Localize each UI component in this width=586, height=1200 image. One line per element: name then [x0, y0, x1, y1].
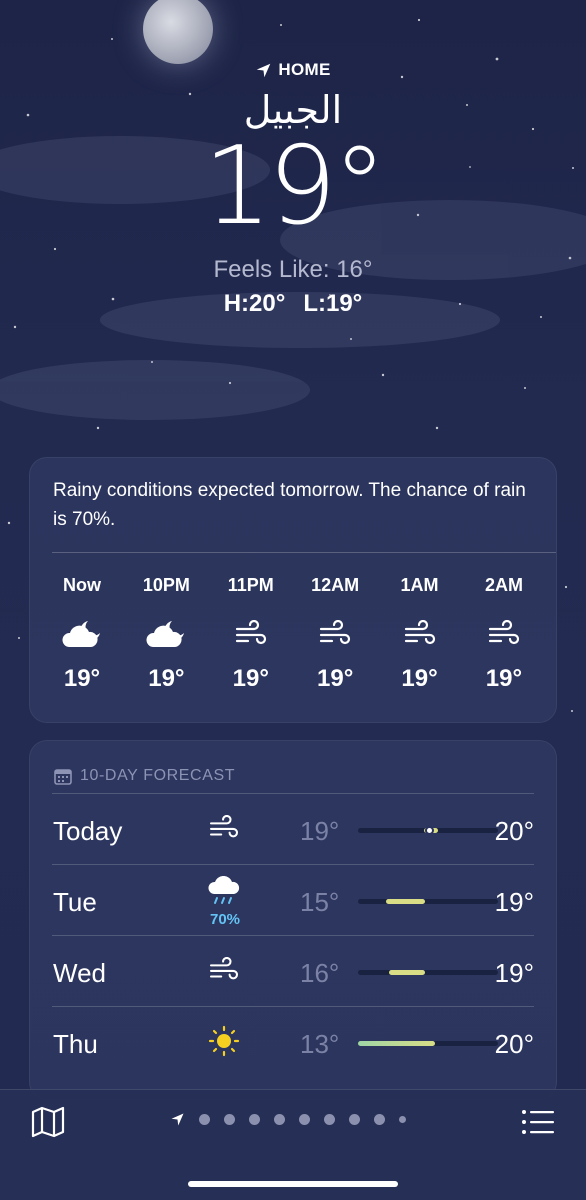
hour-time: 12AM	[311, 575, 360, 595]
page-dot[interactable]	[274, 1114, 285, 1125]
location-list-button[interactable]	[521, 1108, 555, 1138]
hour-time: 11PM	[227, 575, 274, 595]
calendar-icon	[54, 768, 72, 785]
hour-temp: 19°	[232, 665, 269, 692]
location-header: HOME الجبيل 19° Feels Like: 16° H:20° L:…	[0, 60, 586, 318]
high-temp: H:20°	[223, 290, 286, 317]
hour-temp: 19°	[148, 665, 185, 692]
forecast-day: Thu	[53, 1029, 98, 1059]
rain-cloud-icon	[204, 871, 244, 911]
hour-item: 11PM 19°	[211, 575, 291, 693]
forecast-high: 19°	[494, 958, 534, 988]
hour-time: 10PM	[142, 575, 190, 595]
forecast-high: 19°	[494, 887, 534, 917]
forecast-row-wed[interactable]: Wed 16° 19°	[52, 935, 534, 1006]
page-indicator[interactable]	[170, 1112, 406, 1127]
page-dot[interactable]	[224, 1114, 235, 1125]
wind-icon	[464, 609, 544, 659]
low-temp: L:19°	[303, 290, 363, 317]
page-dot[interactable]	[374, 1114, 385, 1125]
location-arrow-icon	[257, 63, 271, 77]
temperature-range-bar	[358, 826, 498, 835]
home-label: HOME	[278, 60, 331, 79]
wind-icon	[295, 609, 375, 659]
page-dot[interactable]	[199, 1114, 210, 1125]
hour-item: Now 19°	[42, 575, 122, 693]
hourly-forecast-card[interactable]: Rainy conditions expected tomorrow. The …	[29, 457, 557, 723]
map-button[interactable]	[30, 1106, 66, 1138]
precipitation-chance: 70%	[209, 911, 241, 928]
page-dot[interactable]	[249, 1114, 260, 1125]
temperature-range-bar	[358, 970, 498, 975]
temperature-range-fill	[386, 899, 426, 904]
page-dot[interactable]	[349, 1114, 360, 1125]
forecast-row-today[interactable]: Today 19° 20°	[52, 793, 534, 864]
home-row: HOME	[0, 60, 586, 80]
hour-temp: 19°	[63, 665, 101, 692]
weather-summary: Rainy conditions expected tomorrow. The …	[53, 480, 526, 530]
feels-like: Feels Like: 16°	[213, 256, 373, 283]
wind-icon	[211, 609, 291, 659]
forecast-high: 20°	[494, 816, 534, 846]
home-indicator[interactable]	[188, 1181, 398, 1187]
page-dot[interactable]	[399, 1116, 406, 1123]
ten-day-forecast-card[interactable]: 10-DAY FORECAST Today 19° 20° Tue 70% 15…	[29, 740, 557, 1100]
temperature-range-bar	[358, 899, 498, 904]
forecast-day: Today	[53, 816, 123, 846]
current-temp-marker	[425, 826, 434, 835]
list-icon	[522, 1110, 554, 1134]
current-temperature: 19°	[203, 124, 386, 249]
forecast-low: 15°	[300, 887, 340, 917]
hourly-list[interactable]: Now 19° 10PM 19° 11PM 19° 12AM 19° 1AM 1…	[30, 553, 556, 693]
high-low: H:20° L:19°	[0, 290, 586, 318]
hour-time: 2AM	[484, 575, 523, 595]
forecast-title-row: 10-DAY FORECAST	[30, 741, 556, 793]
forecast-high: 20°	[494, 1029, 534, 1059]
sun-icon	[204, 1021, 244, 1061]
hour-item: 1AM 19°	[380, 575, 460, 693]
page-dot[interactable]	[299, 1114, 310, 1125]
temperature-range-bar	[358, 1041, 498, 1046]
partly-cloudy-night-icon	[42, 609, 122, 659]
forecast-row-thu[interactable]: Thu 13° 20°	[52, 1006, 534, 1077]
temperature-range-fill	[358, 1041, 435, 1046]
hour-item: 12AM 19°	[295, 575, 375, 693]
hour-temp: 19°	[317, 665, 354, 692]
hour-time: Now	[63, 575, 101, 595]
wind-icon	[204, 950, 244, 990]
forecast-low: 13°	[300, 1029, 340, 1059]
hour-item: 2AM 19°	[464, 575, 544, 693]
hour-temp: 19°	[401, 665, 438, 692]
forecast-row-tue[interactable]: Tue 70% 15° 19°	[52, 864, 534, 935]
page-dot[interactable]	[324, 1114, 335, 1125]
map-icon	[31, 1106, 65, 1138]
temperature-range-fill	[388, 970, 426, 975]
location-arrow-icon	[171, 1113, 184, 1126]
forecast-day: Wed	[53, 958, 106, 988]
wind-icon	[380, 609, 460, 659]
wind-icon	[204, 808, 244, 848]
forecast-day: Tue	[53, 887, 97, 917]
hour-temp: 19°	[485, 665, 523, 692]
forecast-title: 10-DAY FORECAST	[80, 767, 236, 784]
partly-cloudy-night-icon	[126, 609, 206, 659]
forecast-low: 19°	[300, 816, 340, 846]
hour-item: 10PM 19°	[126, 575, 206, 693]
hour-time: 1AM	[400, 575, 439, 595]
forecast-low: 16°	[300, 958, 340, 988]
